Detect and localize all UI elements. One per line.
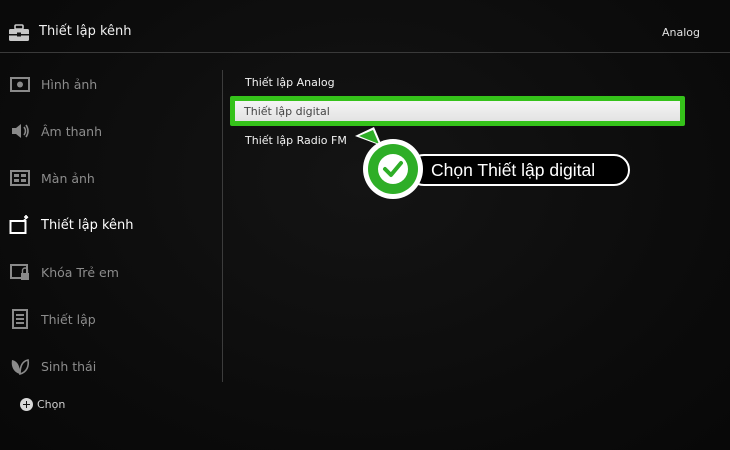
footer-hint-label: Chọn [37, 398, 66, 411]
screen-layout-icon [10, 170, 30, 186]
sidebar-item-label: Thiết lập kênh [41, 217, 134, 233]
toolbox-icon [9, 24, 29, 41]
annotation-label: Chọn Thiết lập digital [408, 154, 630, 186]
menu-item-radio-fm-setup[interactable]: Thiết lập Radio FM [245, 134, 347, 147]
menu-item-digital-setup[interactable]: Thiết lập digital [230, 96, 685, 126]
picture-icon [10, 77, 30, 92]
sidebar-item-settings[interactable]: Thiết lập [0, 299, 215, 339]
menu-item-analog-setup[interactable]: Thiết lập Analog [245, 76, 335, 89]
sidebar-item-label: Thiết lập [41, 311, 96, 327]
sidebar-item-label: Màn ảnh [41, 170, 95, 186]
sidebar-item-child-lock[interactable]: Khóa Trẻ em [0, 252, 215, 292]
checkmark-icon [378, 154, 408, 184]
input-source-label: Analog [661, 26, 700, 39]
sidebar-item-channel-setup[interactable]: Thiết lập kênh [0, 205, 215, 245]
settings-list-icon [12, 309, 28, 329]
header-divider [0, 52, 730, 53]
sidebar: Hình ảnh Âm thanh Màn ảnh Thiết lập kênh… [0, 62, 222, 392]
eco-leaf-icon [11, 359, 30, 376]
sidebar-item-label: Hình ảnh [41, 76, 98, 92]
sidebar-item-label: Khóa Trẻ em [41, 264, 119, 280]
sidebar-item-picture[interactable]: Hình ảnh [0, 64, 215, 104]
sidebar-item-eco[interactable]: Sinh thái [0, 346, 215, 386]
tv-settings-screen: Thiết lập kênh Analog Hình ảnh Âm thanh [0, 0, 730, 450]
channel-setup-icon [9, 215, 29, 234]
child-lock-icon [10, 264, 29, 280]
annotation-badge [363, 139, 423, 199]
page-title: Thiết lập kênh [39, 24, 132, 39]
sidebar-item-label: Sinh thái [41, 358, 97, 374]
sidebar-item-label: Âm thanh [41, 123, 103, 139]
sidebar-divider [222, 70, 223, 382]
sidebar-item-screen[interactable]: Màn ảnh [0, 158, 215, 198]
select-button-icon [20, 398, 33, 411]
footer-hint: Chọn [20, 398, 65, 411]
header-bar: Thiết lập kênh Analog [0, 0, 730, 62]
sidebar-item-sound[interactable]: Âm thanh [0, 111, 215, 151]
speaker-icon [12, 124, 29, 138]
menu-item-label: Thiết lập digital [235, 101, 680, 121]
